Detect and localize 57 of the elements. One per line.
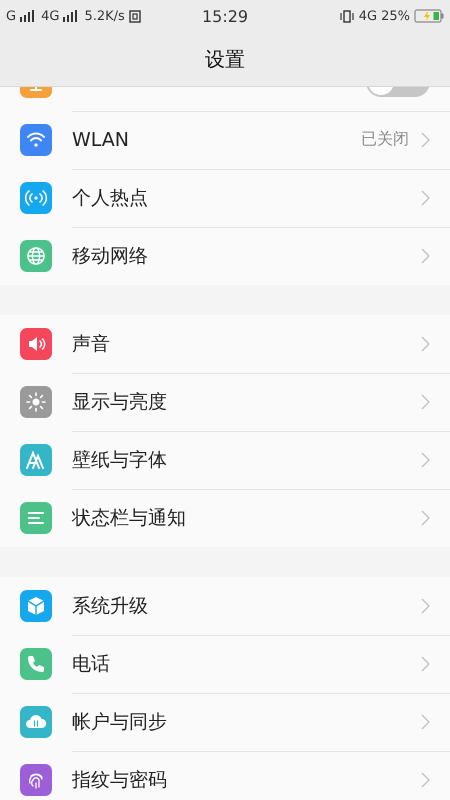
chevron-icon bbox=[421, 714, 430, 730]
network-type: 4G bbox=[41, 8, 60, 24]
settings-row[interactable]: 显示与亮度 bbox=[0, 373, 450, 431]
cube-icon bbox=[20, 590, 52, 622]
row-label: WLAN bbox=[72, 128, 130, 150]
fingerprint-icon bbox=[20, 764, 52, 796]
settings-row[interactable]: 电话 bbox=[0, 635, 450, 693]
settings-row[interactable]: 指纹与密码 bbox=[0, 751, 450, 800]
signal-icon bbox=[63, 10, 78, 22]
settings-row[interactable]: 壁纸与字体 bbox=[0, 431, 450, 489]
chevron-icon bbox=[421, 190, 430, 206]
row-value: 已关闭 bbox=[361, 129, 409, 150]
network-type: G bbox=[6, 8, 16, 24]
network-type: 4G bbox=[358, 8, 378, 24]
row-label: 移动网络 bbox=[72, 244, 148, 269]
settings-row[interactable]: WLAN 已关闭 bbox=[0, 111, 450, 169]
globe-icon bbox=[20, 240, 52, 272]
row-label: 状态栏与通知 bbox=[72, 506, 186, 531]
sun-icon bbox=[20, 386, 52, 418]
battery-icon bbox=[414, 9, 444, 23]
cloud-icon bbox=[20, 706, 52, 738]
settings-row[interactable]: 系统升级 bbox=[0, 577, 450, 635]
chevron-icon bbox=[421, 336, 430, 352]
chevron-icon bbox=[421, 452, 430, 468]
phone-icon bbox=[20, 648, 52, 680]
settings-row[interactable]: 个人热点 bbox=[0, 169, 450, 227]
page-title: 设置 bbox=[205, 46, 245, 72]
chevron-icon bbox=[421, 248, 430, 264]
chevron-icon bbox=[421, 510, 430, 526]
clock: 15:29 bbox=[202, 6, 248, 26]
chevron-icon bbox=[421, 656, 430, 672]
network-speed: 5.2K/s bbox=[84, 8, 125, 24]
wifi-icon bbox=[20, 124, 52, 156]
settings-row[interactable]: 声音 bbox=[0, 315, 450, 373]
sim-icon bbox=[128, 10, 141, 22]
chevron-icon bbox=[421, 394, 430, 410]
signal-icon bbox=[20, 10, 34, 22]
row-label: 指纹与密码 bbox=[72, 768, 167, 793]
row-label: 声音 bbox=[72, 332, 110, 356]
settings-row[interactable]: 帐户与同步 bbox=[0, 693, 450, 751]
chevron-icon bbox=[421, 132, 430, 148]
lines-icon bbox=[20, 502, 52, 534]
row-label: 个人热点 bbox=[72, 186, 148, 210]
battery-percent: 25% bbox=[381, 8, 410, 24]
settings-row[interactable]: 移动网络 bbox=[0, 227, 450, 285]
settings-row[interactable]: 状态栏与通知 bbox=[0, 489, 450, 547]
letter-icon bbox=[20, 444, 52, 476]
speaker-icon bbox=[20, 328, 52, 360]
row-label: 电话 bbox=[72, 652, 110, 676]
chevron-icon bbox=[421, 598, 430, 614]
row-label: 帐户与同步 bbox=[72, 710, 167, 734]
vibrate-icon bbox=[338, 10, 355, 22]
row-label: 系统升级 bbox=[72, 594, 148, 618]
chevron-icon bbox=[421, 772, 430, 788]
row-label: 壁纸与字体 bbox=[72, 448, 167, 472]
hotspot-icon bbox=[20, 182, 52, 214]
row-label: 显示与亮度 bbox=[72, 390, 167, 414]
